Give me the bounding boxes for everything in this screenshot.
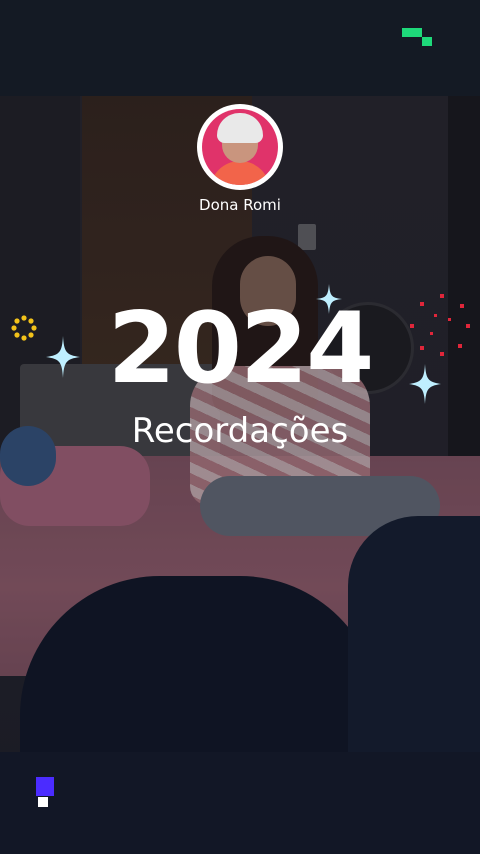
recap-year: 2024 <box>107 292 375 406</box>
avatar[interactable] <box>197 104 283 190</box>
sparkle-icon <box>409 364 441 404</box>
confetti-icon <box>11 315 37 341</box>
app-logo-icon <box>402 28 432 46</box>
app-logo-icon <box>36 777 54 807</box>
top-bar <box>0 0 480 100</box>
story-screen[interactable]: Dona Romi 2024 Recordações <box>0 0 480 854</box>
bottom-bar <box>0 752 480 854</box>
firework-icon <box>410 294 470 356</box>
profile-name: Dona Romi <box>199 196 281 214</box>
recap-title: Recordações <box>131 411 349 451</box>
sparkle-icon <box>46 336 80 378</box>
